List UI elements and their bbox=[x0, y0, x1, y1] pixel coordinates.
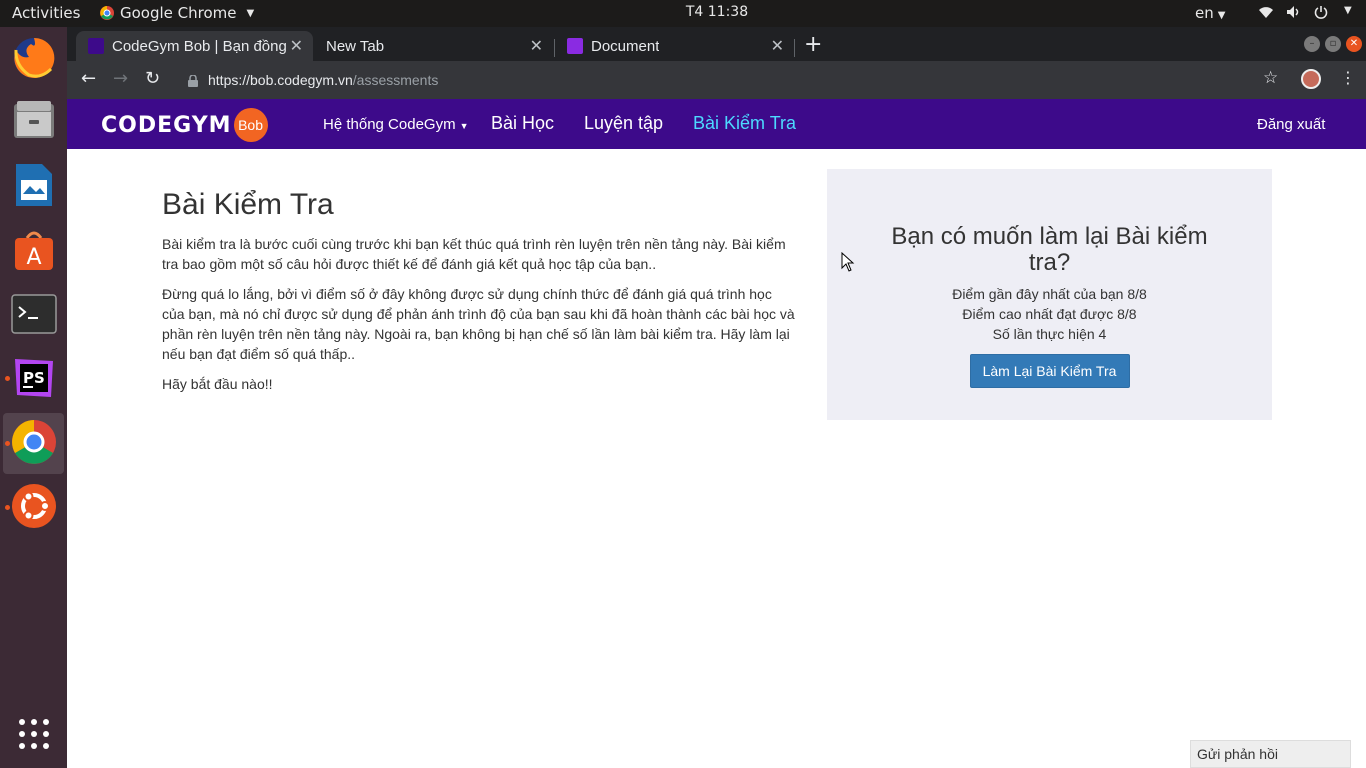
forward-arrow-icon[interactable]: → bbox=[113, 68, 128, 89]
intro-paragraph-3: Hãy bắt đầu nào!! bbox=[162, 376, 273, 392]
tab-title: Document bbox=[591, 37, 660, 55]
tab-document[interactable]: Document ✕ bbox=[555, 31, 794, 61]
ubuntu-icon bbox=[11, 483, 57, 533]
launcher-dock: A PS bbox=[0, 27, 67, 768]
page-title: Bài Kiểm Tra bbox=[162, 188, 334, 221]
back-arrow-icon[interactable]: ← bbox=[81, 68, 96, 89]
site-navbar: CODEGYM Bob Hệ thống CodeGym ▼ Bài Học Lu… bbox=[67, 99, 1366, 149]
language-label: en bbox=[1195, 4, 1214, 22]
file-manager-icon bbox=[12, 98, 56, 146]
phpstorm-favicon-icon bbox=[567, 38, 583, 54]
profile-avatar[interactable] bbox=[1301, 69, 1321, 89]
tab-title: New Tab bbox=[326, 37, 385, 55]
power-icon bbox=[1314, 5, 1328, 23]
nav-practice[interactable]: Luyện tập bbox=[584, 113, 663, 134]
nav-system-menu-label: Hệ thống CodeGym bbox=[323, 116, 456, 133]
wifi-icon bbox=[1258, 5, 1274, 23]
phpstorm-icon: PS bbox=[11, 355, 57, 405]
menu-kebab-icon[interactable]: ⋮ bbox=[1340, 68, 1356, 87]
nav-lessons[interactable]: Bài Học bbox=[491, 113, 554, 134]
dock-software[interactable]: A bbox=[3, 221, 64, 282]
logo-badge: Bob bbox=[233, 108, 268, 142]
nav-assessments[interactable]: Bài Kiểm Tra bbox=[693, 113, 796, 134]
logo-wordmark: CODEGYM bbox=[101, 112, 232, 138]
attempt-count: Số lần thực hiện 4 bbox=[992, 326, 1107, 342]
intro-paragraph-1: Bài kiểm tra là bước cuối cùng trước khi… bbox=[162, 236, 786, 272]
reload-icon[interactable]: ↻ bbox=[145, 68, 160, 89]
url-path: /assessments bbox=[352, 72, 439, 88]
firefox-icon bbox=[11, 35, 57, 85]
dock-files[interactable] bbox=[3, 91, 64, 152]
new-tab-plus-icon[interactable]: + bbox=[804, 32, 822, 57]
dock-chrome[interactable] bbox=[3, 413, 64, 474]
intro-paragraph-2: Đừng quá lo lắng, bởi vì điểm số ở đây k… bbox=[162, 286, 795, 362]
volume-icon bbox=[1286, 5, 1302, 23]
nav-system-menu[interactable]: Hệ thống CodeGym ▼ bbox=[323, 116, 469, 133]
nav-logout[interactable]: Đăng xuất bbox=[1257, 116, 1325, 133]
retake-button[interactable]: Làm Lại Bài Kiểm Tra bbox=[969, 354, 1130, 388]
codegym-favicon-icon bbox=[88, 38, 104, 54]
language-indicator[interactable]: en ▼ bbox=[1195, 4, 1225, 22]
close-icon[interactable]: ✕ bbox=[290, 36, 303, 56]
feedback-button[interactable]: Gửi phản hồi bbox=[1190, 740, 1351, 768]
svg-text:A: A bbox=[26, 245, 41, 270]
tab-title: CodeGym Bob | Bạn đồng bbox=[112, 37, 287, 55]
dock-ubuntu[interactable] bbox=[3, 477, 64, 538]
chevron-down-icon: ▼ bbox=[459, 121, 469, 131]
recent-score: Điểm gần đây nhất của bạn 8/8 bbox=[952, 286, 1147, 302]
dock-show-apps[interactable] bbox=[3, 705, 64, 766]
browser-toolbar: ← → ↻ https://bob.codegym.vn/assessments… bbox=[67, 61, 1366, 99]
software-center-icon: A bbox=[12, 228, 56, 276]
writer-icon bbox=[14, 162, 54, 212]
address-bar[interactable]: https://bob.codegym.vn/assessments bbox=[176, 66, 1216, 94]
dock-terminal[interactable] bbox=[3, 285, 64, 346]
terminal-icon bbox=[10, 293, 57, 338]
chevron-down-icon: ▼ bbox=[1217, 10, 1226, 21]
system-tray[interactable]: ▼ bbox=[1258, 5, 1352, 23]
system-top-bar: Activities Google Chrome ▼ T4 11:38 en ▼ ▼ bbox=[0, 0, 1366, 27]
tab-divider bbox=[794, 39, 795, 57]
browser-tab-strip: CodeGym Bob | Bạn đồng ✕ New Tab ✕ Docum… bbox=[67, 27, 1366, 61]
lock-icon bbox=[188, 74, 198, 87]
url-host: https://bob.codegym.vn bbox=[208, 72, 353, 88]
chevron-down-icon: ▼ bbox=[1344, 5, 1352, 16]
dock-firefox[interactable] bbox=[3, 29, 64, 90]
dock-writer[interactable] bbox=[3, 156, 64, 217]
minimize-icon[interactable]: – bbox=[1304, 36, 1320, 52]
assessment-intro: Bài Kiểm Tra Bài kiểm tra là bước cuối c… bbox=[162, 188, 798, 404]
running-indicator bbox=[5, 376, 10, 381]
bookmark-star-icon[interactable]: ☆ bbox=[1263, 68, 1278, 88]
chrome-icon bbox=[11, 419, 57, 469]
close-icon[interactable]: ✕ bbox=[771, 36, 784, 56]
tab-codegym[interactable]: CodeGym Bob | Bạn đồng ✕ bbox=[76, 31, 313, 61]
running-indicator bbox=[5, 505, 10, 510]
mouse-cursor-icon bbox=[841, 251, 855, 276]
retake-heading: Bạn có muốn làm lại Bài kiểm tra? bbox=[891, 223, 1208, 276]
running-indicator bbox=[5, 441, 10, 446]
window-close-icon[interactable]: ✕ bbox=[1346, 36, 1362, 52]
close-icon[interactable]: ✕ bbox=[530, 36, 543, 56]
app-grid-icon bbox=[18, 718, 50, 754]
best-score: Điểm cao nhất đạt được 8/8 bbox=[962, 306, 1137, 322]
dock-phpstorm[interactable]: PS bbox=[3, 349, 64, 410]
svg-text:PS: PS bbox=[23, 369, 45, 387]
retake-panel: Bạn có muốn làm lại Bài kiểm tra? Điểm g… bbox=[827, 169, 1272, 420]
maximize-icon[interactable]: ▫ bbox=[1325, 36, 1341, 52]
clock[interactable]: T4 11:38 bbox=[0, 4, 1366, 20]
codegym-logo[interactable]: CODEGYM Bob bbox=[101, 108, 268, 142]
tab-new-tab[interactable]: New Tab ✕ bbox=[314, 31, 553, 61]
